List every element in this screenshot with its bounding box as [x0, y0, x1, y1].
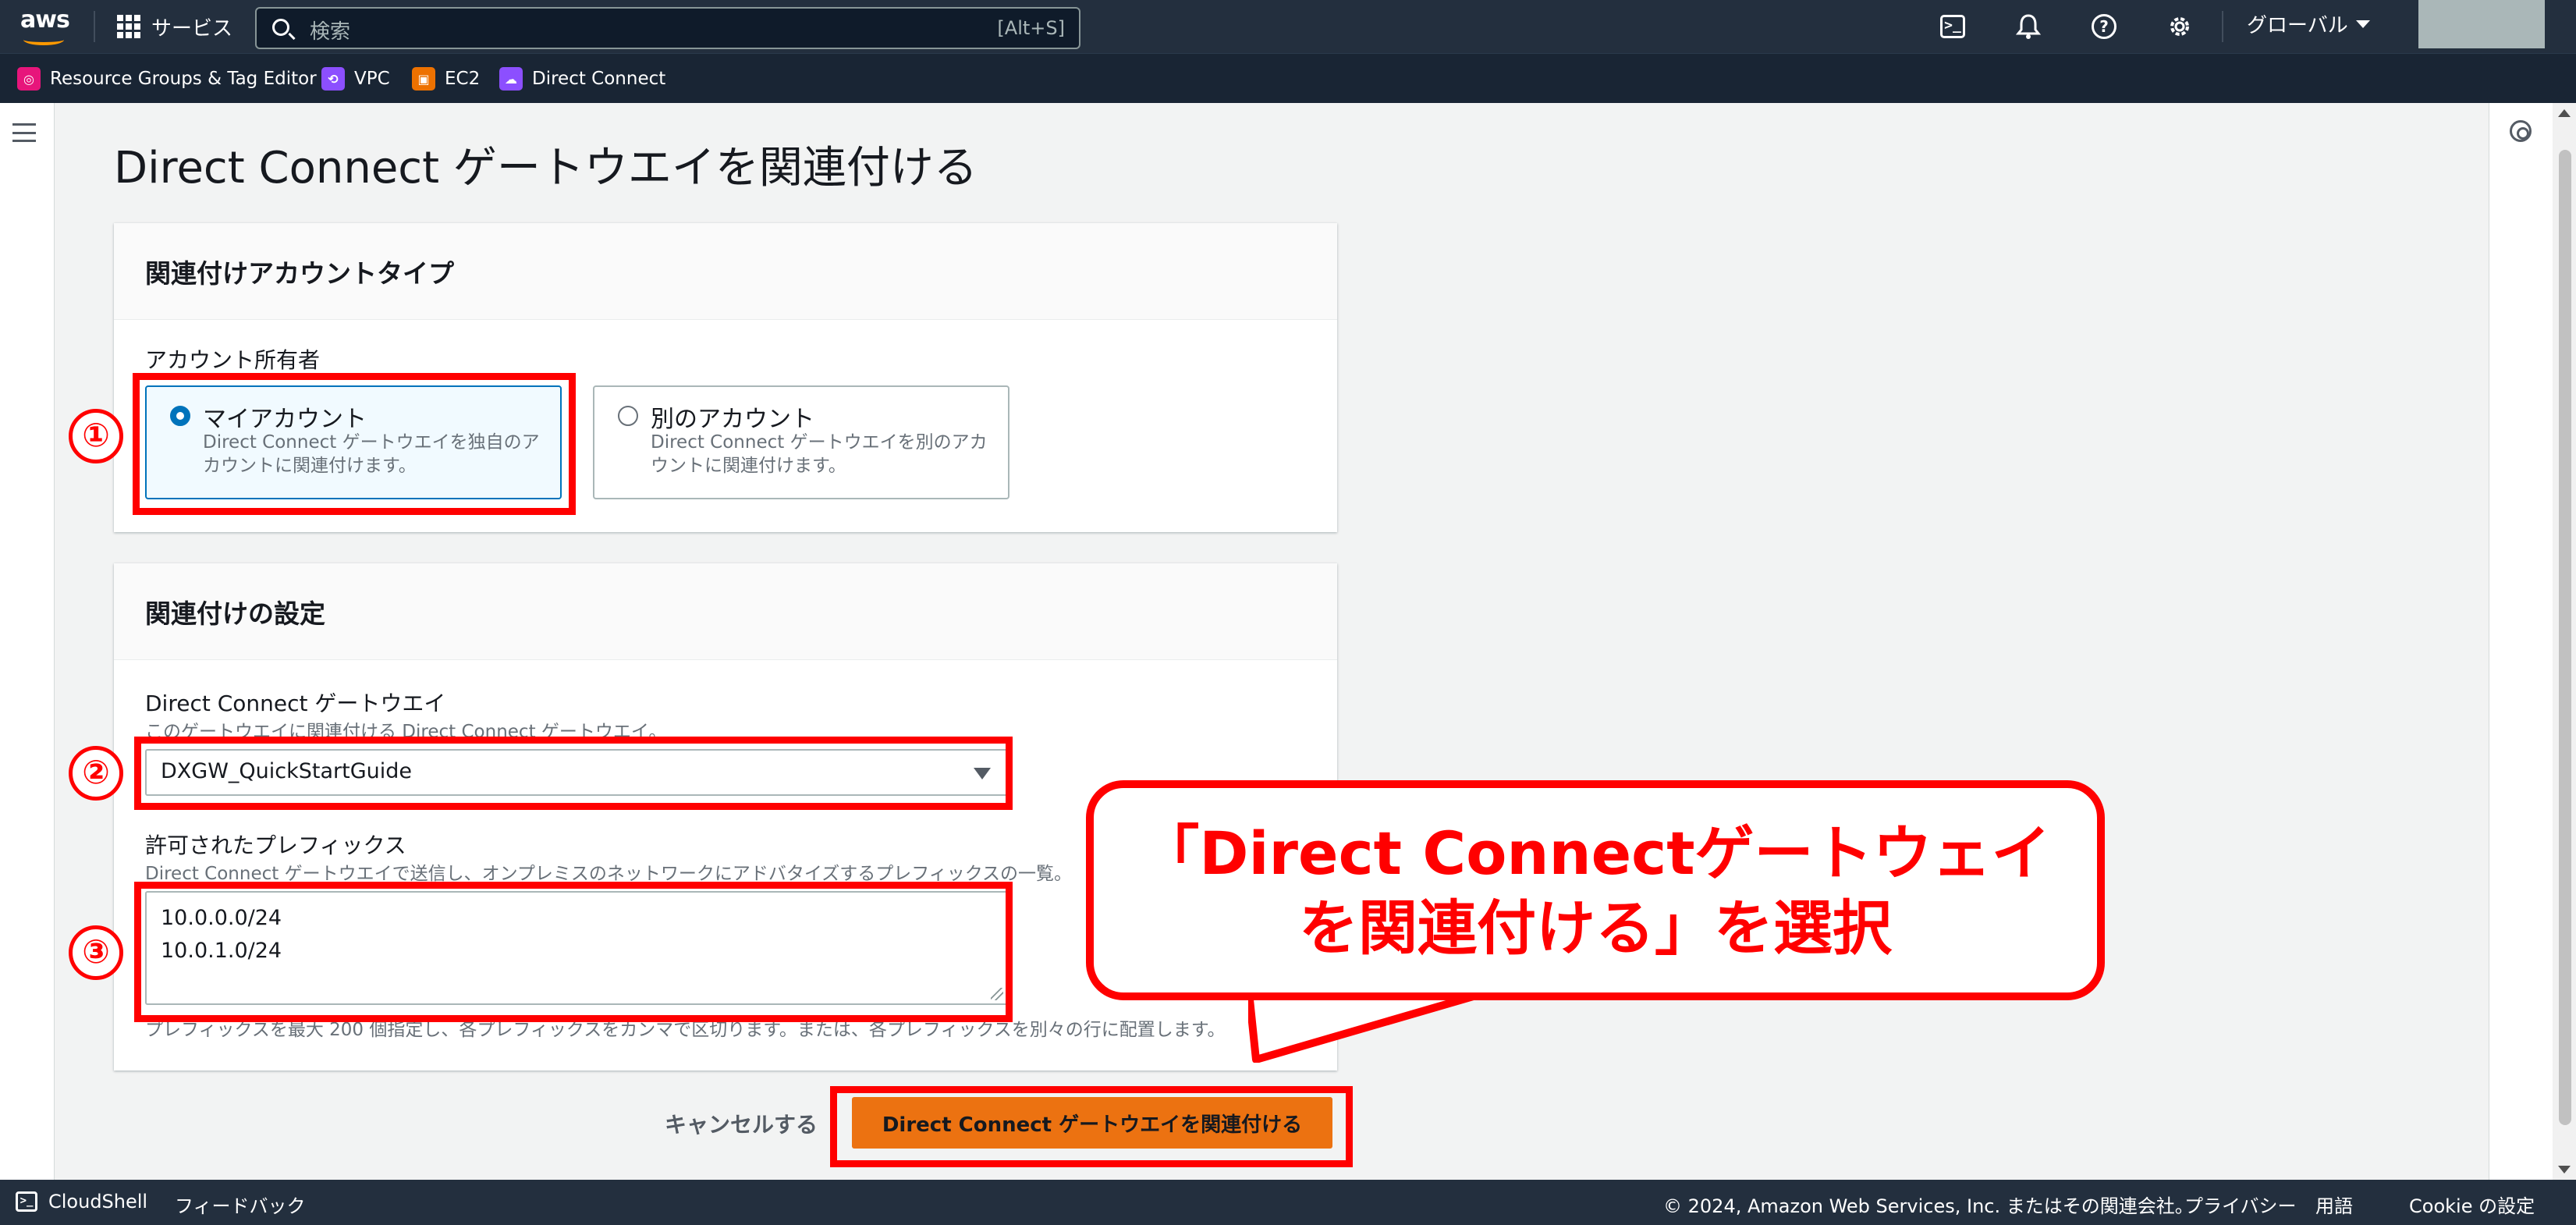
scroll-thumb[interactable] — [2559, 150, 2571, 1125]
notifications-button[interactable] — [2009, 8, 2048, 45]
favorite-label: EC2 — [445, 69, 481, 89]
favorite-label: Resource Groups & Tag Editor — [50, 69, 317, 89]
account-menu[interactable] — [2418, 0, 2545, 48]
search-placeholder: 検索 — [310, 20, 351, 44]
page-scrollbar[interactable] — [2553, 103, 2576, 1180]
other-account-radio[interactable] — [618, 406, 638, 426]
aws-smile-icon — [23, 34, 64, 45]
panel-header: 関連付けアカウントタイプ — [114, 223, 1337, 320]
cookie-settings-link[interactable]: Cookie の設定 — [2409, 1191, 2535, 1218]
callout-line-2: を関連付ける」を選択 — [1299, 893, 1892, 963]
region-label: グローバル — [2247, 14, 2348, 37]
divider — [94, 11, 95, 42]
page-title: Direct Connect ゲートウエイを関連付ける — [114, 143, 978, 194]
account-owner-label: アカウント所有者 — [145, 347, 321, 373]
divider — [2222, 11, 2223, 42]
region-selector[interactable]: グローバル — [2247, 9, 2370, 38]
step-2-marker: ② — [69, 746, 123, 801]
vpc-icon: ⟲ — [321, 67, 345, 91]
callout-text: 「Direct Connectゲートウェイ を関連付ける」を選択 — [1094, 816, 2097, 966]
other-account-tile[interactable]: 別のアカウント Direct Connect ゲートウエイを別のアカウントに関連… — [593, 385, 1009, 499]
favorite-label: VPC — [354, 69, 390, 89]
left-side-rail — [0, 103, 55, 1180]
tile-title: 別のアカウント — [651, 406, 814, 433]
feedback-link[interactable]: フィードバック — [175, 1191, 306, 1218]
search-shortcut: [Alt+S] — [997, 17, 1065, 39]
gateway-label: Direct Connect ゲートウエイ — [145, 691, 446, 716]
instruction-callout: 「Direct Connectゲートウェイ を関連付ける」を選択 — [1086, 780, 2105, 1000]
highlight-submit-button — [830, 1086, 1353, 1167]
search-icon — [272, 19, 289, 36]
help-button[interactable]: ? — [2085, 8, 2124, 45]
scroll-up-icon[interactable] — [2558, 109, 2571, 117]
prefix-label: 許可されたプレフィックス — [145, 833, 406, 858]
terminal-icon: >_ — [1940, 15, 1965, 38]
settings-button[interactable] — [2160, 8, 2199, 45]
grid-icon — [117, 15, 140, 38]
top-icon-group: >_ ? — [1933, 8, 2236, 45]
services-menu-button[interactable]: サービス — [117, 11, 232, 42]
chevron-down-icon — [2355, 20, 2370, 28]
info-panel-icon[interactable] — [2510, 120, 2532, 142]
gear-icon — [2170, 17, 2189, 36]
resource-groups-icon: ◎ — [17, 67, 41, 91]
callout-line-1: 「Direct Connectゲートウェイ — [1140, 818, 2051, 888]
search-input[interactable]: 検索 [Alt+S] — [255, 7, 1080, 49]
step-3-marker: ③ — [69, 925, 123, 980]
highlight-prefixes — [134, 882, 1013, 1022]
top-navigation: aws サービス 検索 [Alt+S] >_ ? グローバル — [0, 0, 2576, 53]
services-label: サービス — [151, 16, 233, 41]
aws-logo-text: aws — [20, 6, 70, 34]
highlight-my-account — [133, 373, 576, 515]
favorite-label: Direct Connect — [532, 69, 666, 89]
favorite-vpc[interactable]: ⟲ VPC — [321, 66, 390, 91]
terms-link[interactable]: 用語 — [2315, 1191, 2353, 1218]
favorite-resource-groups[interactable]: ◎ Resource Groups & Tag Editor — [17, 66, 317, 91]
prefix-description: Direct Connect ゲートウエイで送信し、オンプレミスのネットワークに… — [145, 864, 1073, 884]
help-icon: ? — [2092, 14, 2117, 39]
footer: >_ CloudShell フィードバック © 2024, Amazon Web… — [0, 1180, 2576, 1225]
highlight-gateway-select — [134, 737, 1013, 810]
ec2-icon: ▣ — [412, 67, 435, 91]
direct-connect-icon: ☁ — [499, 67, 523, 91]
favorite-ec2[interactable]: ▣ EC2 — [412, 66, 480, 91]
cloudshell-button[interactable]: >_ — [1933, 8, 1972, 45]
right-side-rail — [2489, 103, 2553, 1180]
tile-description: Direct Connect ゲートウエイを別のアカウントに関連付けます。 — [651, 432, 988, 476]
menu-icon[interactable] — [12, 123, 36, 142]
favorites-bar: ◎ Resource Groups & Tag Editor ⟲ VPC ▣ E… — [0, 53, 2576, 103]
favorite-direct-connect[interactable]: ☁ Direct Connect — [499, 66, 665, 91]
privacy-link[interactable]: プライバシー — [2184, 1191, 2297, 1218]
scroll-down-icon[interactable] — [2558, 1166, 2571, 1174]
copyright-text: © 2024, Amazon Web Services, Inc. またはその関… — [1663, 1195, 2194, 1217]
terminal-icon: >_ — [16, 1191, 37, 1212]
step-1-marker: ① — [69, 409, 123, 463]
cloudshell-link[interactable]: CloudShell — [48, 1191, 147, 1213]
aws-logo[interactable]: aws — [20, 6, 70, 48]
cancel-button[interactable]: キャンセルする — [665, 1108, 818, 1139]
bell-icon — [2016, 14, 2041, 39]
panel-header: 関連付けの設定 — [114, 563, 1337, 660]
